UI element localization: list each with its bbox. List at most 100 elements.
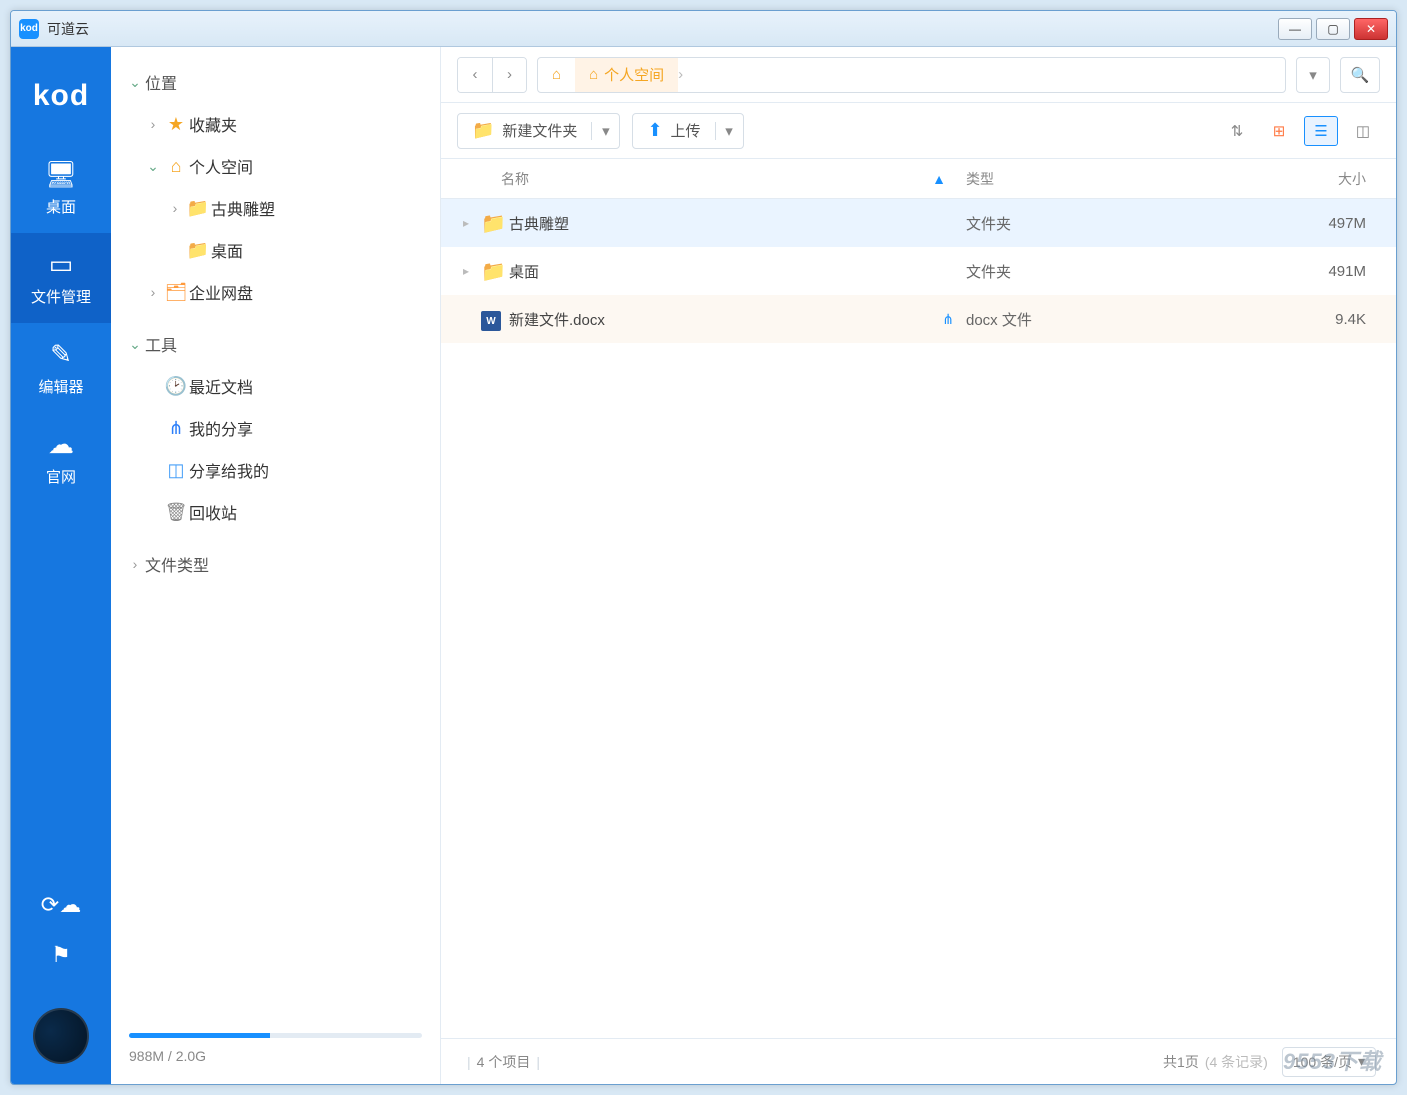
table-row[interactable]: ▸ 📁 古典雕塑 文件夹 497M xyxy=(441,199,1396,247)
app-icon: kod xyxy=(19,19,39,39)
upload-button[interactable]: ⬆上传 ▾ xyxy=(632,113,743,149)
breadcrumb: ⌂ ⌂ 个人空间 › xyxy=(537,57,1286,93)
tree-recent[interactable]: · 🕑 最近文档 xyxy=(121,365,430,407)
rail-item-website[interactable]: ☁ 官网 xyxy=(11,413,111,503)
col-size[interactable]: 大小 xyxy=(1276,169,1386,189)
tree-item[interactable]: › 📁 古典雕塑 xyxy=(121,187,430,229)
status-pages: 共1页 xyxy=(1163,1052,1199,1072)
folder-icon: 📁 xyxy=(185,240,211,261)
chevron-down-icon: ⌄ xyxy=(125,74,145,91)
status-records: (4 条记录) xyxy=(1205,1052,1268,1072)
rail-item-desktop[interactable]: 🖥 桌面 xyxy=(11,143,111,233)
nav-forward-button[interactable]: › xyxy=(492,58,526,92)
titlebar[interactable]: kod 可道云 — ▢ ✕ xyxy=(11,11,1396,47)
table-header: 名称 ▲ 类型 大小 xyxy=(441,159,1396,199)
folder-icon: 📁 xyxy=(481,211,509,236)
col-name[interactable]: 名称 ▲ xyxy=(451,169,966,189)
nav-back-button[interactable]: ‹ xyxy=(458,58,492,92)
home-icon: ⌂ xyxy=(589,66,598,83)
avatar[interactable] xyxy=(33,1008,89,1064)
rail-label: 桌面 xyxy=(46,196,76,217)
pagesize-select[interactable]: 100 条/页 ▾ xyxy=(1282,1047,1376,1077)
tree-favorites[interactable]: › ★ 收藏夹 xyxy=(121,103,430,145)
chevron-right-icon: › xyxy=(125,556,145,572)
pathbar: ‹ › ⌂ ⌂ 个人空间 › ▾ 🔍 xyxy=(441,47,1396,103)
chevron-down-icon: ⌄ xyxy=(125,336,145,353)
star-icon: ★ xyxy=(163,114,189,135)
view-list-button[interactable]: ☰ xyxy=(1304,116,1338,146)
chevron-down-icon[interactable]: ▾ xyxy=(591,122,619,140)
rail-item-files[interactable]: ▭ 文件管理 xyxy=(11,233,111,323)
sort-button[interactable]: ⇅ xyxy=(1220,116,1254,146)
monitor-icon: 🖥 xyxy=(44,159,77,190)
toolbar: 📁新建文件夹 ▾ ⬆上传 ▾ ⇅ ⊞ ☰ ◫ xyxy=(441,103,1396,159)
rail-label: 编辑器 xyxy=(38,376,83,397)
share-icon: ⋔ xyxy=(163,418,189,439)
shared-icon: ◫ xyxy=(163,460,189,481)
share-icon: ⋔ xyxy=(942,311,954,328)
table-row[interactable]: ▸ 📁 桌面 文件夹 491M xyxy=(441,247,1396,295)
chevron-down-icon[interactable]: ▾ xyxy=(715,122,743,140)
trash-icon: 🗑 xyxy=(163,502,189,523)
tree-section-filetype[interactable]: › 文件类型 xyxy=(121,543,430,585)
tree-personal-space[interactable]: ⌄ ⌂ 个人空间 xyxy=(121,145,430,187)
quota: 988M / 2.0G xyxy=(111,1019,440,1084)
folder-icon: ▭ xyxy=(49,249,74,280)
address-dropdown[interactable]: ▾ xyxy=(1296,57,1330,93)
quota-bar xyxy=(129,1033,422,1038)
logo: kod xyxy=(33,79,89,113)
folder-icon: 📁 xyxy=(185,198,211,219)
rail-label: 官网 xyxy=(46,466,76,487)
tree-item[interactable]: › 📁 桌面 xyxy=(121,229,430,271)
chevron-right-icon: › xyxy=(143,116,163,132)
tree-section-tools[interactable]: ⌄ 工具 xyxy=(121,323,430,365)
upload-icon: ⬆ xyxy=(647,120,662,141)
expand-icon[interactable]: ▸ xyxy=(451,264,481,278)
view-column-button[interactable]: ◫ xyxy=(1346,116,1380,146)
minimize-button[interactable]: — xyxy=(1278,18,1312,40)
maximize-button[interactable]: ▢ xyxy=(1316,18,1350,40)
cloud-folder-icon: 🗂 xyxy=(163,282,189,303)
status-items: 4 个项目 xyxy=(477,1052,531,1072)
breadcrumb-current[interactable]: ⌂ 个人空间 xyxy=(575,58,678,92)
view-grid-button[interactable]: ⊞ xyxy=(1262,116,1296,146)
rail-label: 文件管理 xyxy=(31,286,91,307)
sync-icon[interactable]: ⟳☁ xyxy=(41,892,81,918)
app-window: kod 可道云 — ▢ ✕ kod 🖥 桌面 ▭ 文件管理 ✎ 编辑器 ☁ xyxy=(10,10,1397,1085)
close-button[interactable]: ✕ xyxy=(1354,18,1388,40)
rail-item-editor[interactable]: ✎ 编辑器 xyxy=(11,323,111,413)
edit-icon: ✎ xyxy=(50,339,72,370)
flag-icon[interactable]: ⚑ xyxy=(51,942,71,968)
expand-icon[interactable]: ▸ xyxy=(451,216,481,230)
table-row[interactable]: ▸ W 新建文件.docx ⋔ docx 文件 9.4K xyxy=(441,295,1396,343)
docx-icon: W xyxy=(481,307,509,332)
home-icon: ⌂ xyxy=(163,156,189,177)
search-button[interactable]: 🔍 xyxy=(1340,57,1380,93)
tree-enterprise[interactable]: › 🗂 企业网盘 xyxy=(121,271,430,313)
folder-icon: 📁 xyxy=(481,259,509,284)
file-rows: ▸ 📁 古典雕塑 文件夹 497M ▸ 📁 桌面 文件夹 491M ▸ W 新建… xyxy=(441,199,1396,1038)
clock-icon: 🕑 xyxy=(163,376,189,397)
chevron-right-icon: › xyxy=(165,200,185,216)
nav-rail: kod 🖥 桌面 ▭ 文件管理 ✎ 编辑器 ☁ 官网 ⟳☁ ⚑ xyxy=(11,47,111,1084)
breadcrumb-home[interactable]: ⌂ xyxy=(538,58,575,92)
main-panel: ‹ › ⌂ ⌂ 个人空间 › ▾ 🔍 xyxy=(441,47,1396,1084)
chevron-down-icon: ⌄ xyxy=(143,158,163,175)
tree-myshare[interactable]: · ⋔ 我的分享 xyxy=(121,407,430,449)
search-icon: 🔍 xyxy=(1351,66,1370,84)
tree-panel: ⌄ 位置 › ★ 收藏夹 ⌄ ⌂ 个人空间 › 📁 古典雕塑 xyxy=(111,47,441,1084)
home-icon: ⌂ xyxy=(552,66,561,83)
new-folder-button[interactable]: 📁新建文件夹 ▾ xyxy=(457,113,620,149)
tree-sharedtome[interactable]: · ◫ 分享给我的 xyxy=(121,449,430,491)
chevron-right-icon: › xyxy=(143,284,163,300)
col-type[interactable]: 类型 xyxy=(966,169,1276,189)
statusbar: | 4 个项目 | 共1页 (4 条记录) 100 条/页 ▾ xyxy=(441,1038,1396,1084)
chevron-down-icon: ▾ xyxy=(1358,1053,1365,1070)
tree-section-location[interactable]: ⌄ 位置 xyxy=(121,61,430,103)
window-title: 可道云 xyxy=(47,19,89,39)
folder-icon: 📁 xyxy=(472,120,494,141)
chevron-right-icon: › xyxy=(678,66,690,83)
cloud-icon: ☁ xyxy=(48,429,74,460)
sort-asc-icon: ▲ xyxy=(932,171,946,187)
tree-trash[interactable]: · 🗑 回收站 xyxy=(121,491,430,533)
